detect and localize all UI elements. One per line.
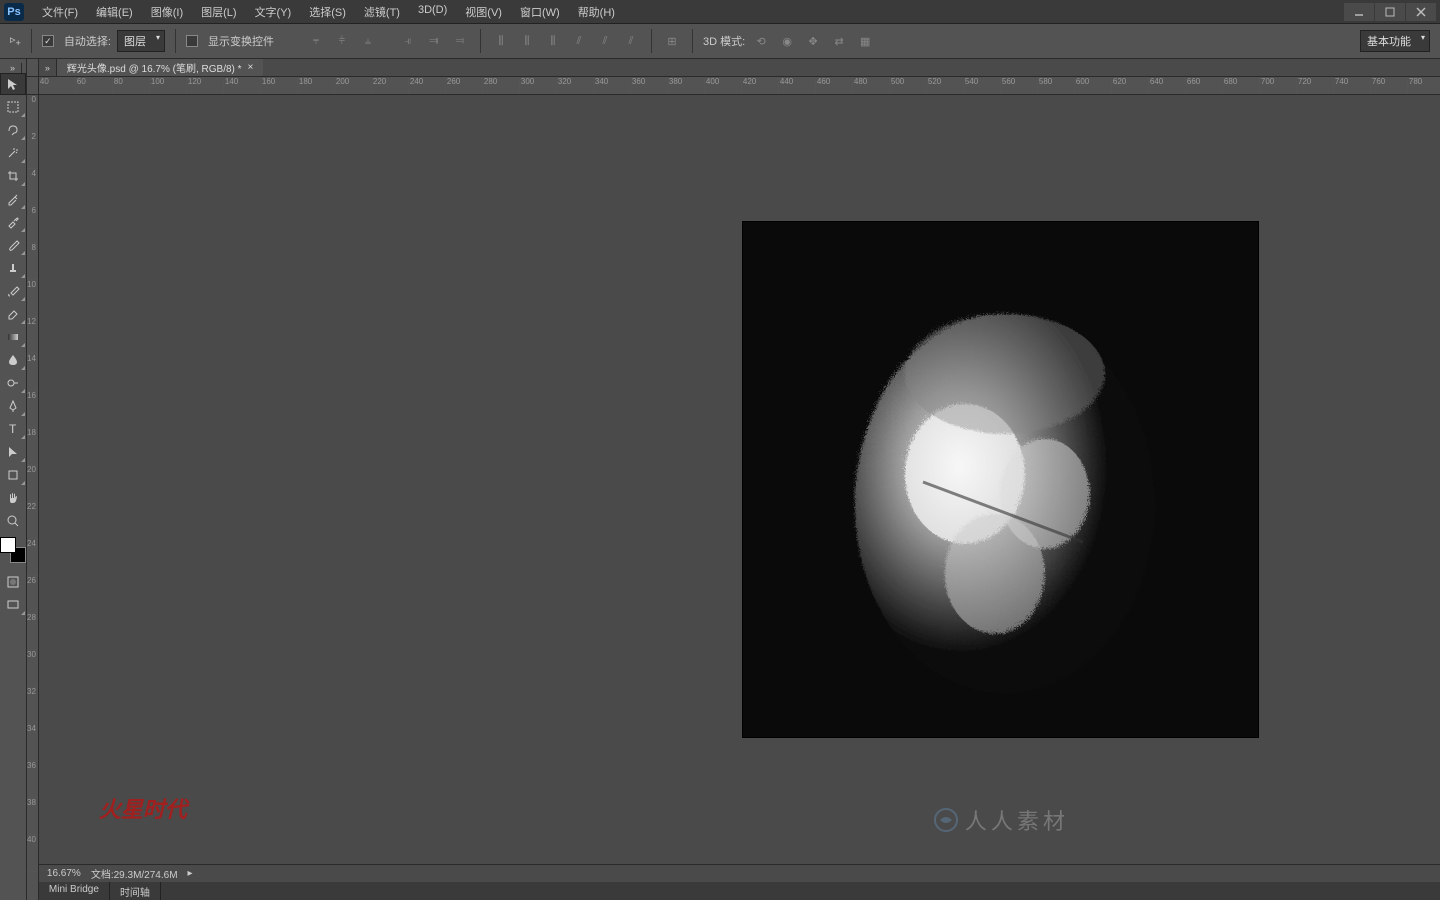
3d-rotate-icon[interactable]: ⟲: [751, 31, 771, 51]
tab-mini-bridge[interactable]: Mini Bridge: [39, 882, 110, 900]
3d-pan-icon[interactable]: ✥: [803, 31, 823, 51]
menu-layer[interactable]: 图层(L): [193, 1, 244, 23]
align-hcenter-icon[interactable]: ⫥: [424, 31, 444, 51]
hand-tool[interactable]: [0, 487, 26, 509]
eyedropper-tool[interactable]: [0, 188, 26, 210]
tab-timeline[interactable]: 时间轴: [110, 882, 161, 900]
healing-brush-tool[interactable]: [0, 211, 26, 233]
show-transform-checkbox[interactable]: [186, 35, 198, 47]
align-vcenter-icon[interactable]: ⫩: [332, 31, 352, 51]
history-brush-tool[interactable]: [0, 280, 26, 302]
move-tool[interactable]: [0, 73, 26, 95]
watermark-center: 人人素材: [933, 804, 1069, 836]
document-tabs: » 辉光头像.psd @ 16.7% (笔刷, RGB/8) * ×: [39, 59, 1440, 77]
menu-window[interactable]: 窗口(W): [512, 1, 568, 23]
menu-select[interactable]: 选择(S): [301, 1, 354, 23]
horizontal-ruler: 4060801001201401601802002202402602803003…: [39, 77, 1440, 95]
distribute-icon[interactable]: ⫽: [569, 31, 589, 51]
move-tool-icon: ▹+: [10, 33, 21, 48]
quick-mask-tool[interactable]: [0, 571, 26, 593]
align-left-icon[interactable]: ⫣: [398, 31, 418, 51]
menu-3d[interactable]: 3D(D): [410, 1, 455, 23]
auto-select-label: 自动选择:: [64, 33, 111, 49]
vertical-ruler: 0246810121416182022242628303234363840: [27, 59, 39, 900]
options-bar: ▹+ 自动选择: 图层 显示变换控件 ⫧ ⫩ ⫨ ⫣ ⫥ ⫤ ⫼ ⫼ ⫼ ⫽ ⫽…: [0, 24, 1440, 59]
3d-scale-icon[interactable]: ▦: [855, 31, 875, 51]
eraser-tool[interactable]: [0, 303, 26, 325]
menu-file[interactable]: 文件(F): [34, 1, 86, 23]
dodge-tool[interactable]: [0, 372, 26, 394]
align-top-icon[interactable]: ⫧: [306, 31, 326, 51]
menu-image[interactable]: 图像(I): [143, 1, 191, 23]
close-tab-icon[interactable]: ×: [248, 62, 254, 73]
menu-help[interactable]: 帮助(H): [570, 1, 623, 23]
document-tab-title: 辉光头像.psd @ 16.7% (笔刷, RGB/8) *: [67, 60, 242, 75]
shape-tool[interactable]: [0, 464, 26, 486]
magic-wand-tool[interactable]: [0, 142, 26, 164]
status-arrow-icon[interactable]: ▸: [188, 868, 193, 879]
doc-size[interactable]: 文档:29.3M/274.6M: [91, 866, 178, 881]
align-right-icon[interactable]: ⫤: [450, 31, 470, 51]
minimize-button[interactable]: [1344, 3, 1374, 21]
screen-mode-tool[interactable]: [0, 594, 26, 616]
distribute-icon[interactable]: ⫽: [595, 31, 615, 51]
auto-align-icon[interactable]: ⊞: [662, 31, 682, 51]
blur-tool[interactable]: [0, 349, 26, 371]
distribute-icon[interactable]: ⫼: [517, 31, 537, 51]
document-tab[interactable]: 辉光头像.psd @ 16.7% (笔刷, RGB/8) * ×: [57, 59, 263, 76]
show-transform-label: 显示变换控件: [208, 33, 274, 49]
workspace-switcher[interactable]: 基本功能: [1360, 30, 1430, 52]
close-button[interactable]: [1406, 3, 1436, 21]
menu-view[interactable]: 视图(V): [457, 1, 510, 23]
status-bar: 16.67% 文档:29.3M/274.6M ▸: [39, 864, 1440, 882]
artwork-preview: [743, 222, 1258, 737]
menu-edit[interactable]: 编辑(E): [88, 1, 141, 23]
menu-filter[interactable]: 滤镜(T): [356, 1, 408, 23]
maximize-button[interactable]: [1375, 3, 1405, 21]
menu-type[interactable]: 文字(Y): [247, 1, 300, 23]
zoom-tool[interactable]: [0, 510, 26, 532]
pen-tool[interactable]: [0, 395, 26, 417]
title-bar: Ps 文件(F) 编辑(E) 图像(I) 图层(L) 文字(Y) 选择(S) 滤…: [0, 0, 1440, 24]
auto-select-checkbox[interactable]: [42, 35, 54, 47]
crop-tool[interactable]: [0, 165, 26, 187]
svg-text:T: T: [9, 422, 17, 436]
tools-expand[interactable]: »: [4, 63, 22, 73]
3d-slide-icon[interactable]: ⇄: [829, 31, 849, 51]
main-menu: 文件(F) 编辑(E) 图像(I) 图层(L) 文字(Y) 选择(S) 滤镜(T…: [34, 1, 623, 23]
watermark-left: 火星时代: [99, 792, 187, 824]
artboard: [743, 222, 1258, 737]
color-swatches[interactable]: [0, 537, 26, 563]
mode-3d-label: 3D 模式:: [703, 33, 745, 49]
lasso-tool[interactable]: [0, 119, 26, 141]
auto-select-target[interactable]: 图层: [117, 30, 165, 52]
gradient-tool[interactable]: [0, 326, 26, 348]
tabs-expand[interactable]: »: [39, 59, 57, 76]
tools-panel: » T: [0, 59, 27, 900]
canvas[interactable]: 人人素材 火星时代: [39, 95, 1440, 864]
align-bottom-icon[interactable]: ⫨: [358, 31, 378, 51]
distribute-icon[interactable]: ⫽: [621, 31, 641, 51]
clone-stamp-tool[interactable]: [0, 257, 26, 279]
bottom-panels: Mini Bridge 时间轴: [39, 882, 1440, 900]
distribute-icon[interactable]: ⫼: [543, 31, 563, 51]
path-selection-tool[interactable]: [0, 441, 26, 463]
type-tool[interactable]: T: [0, 418, 26, 440]
distribute-icon[interactable]: ⫼: [491, 31, 511, 51]
ps-logo: Ps: [4, 3, 24, 21]
marquee-tool[interactable]: [0, 96, 26, 118]
brush-tool[interactable]: [0, 234, 26, 256]
zoom-level[interactable]: 16.67%: [47, 868, 81, 879]
3d-roll-icon[interactable]: ◉: [777, 31, 797, 51]
window-controls: [1344, 3, 1436, 21]
